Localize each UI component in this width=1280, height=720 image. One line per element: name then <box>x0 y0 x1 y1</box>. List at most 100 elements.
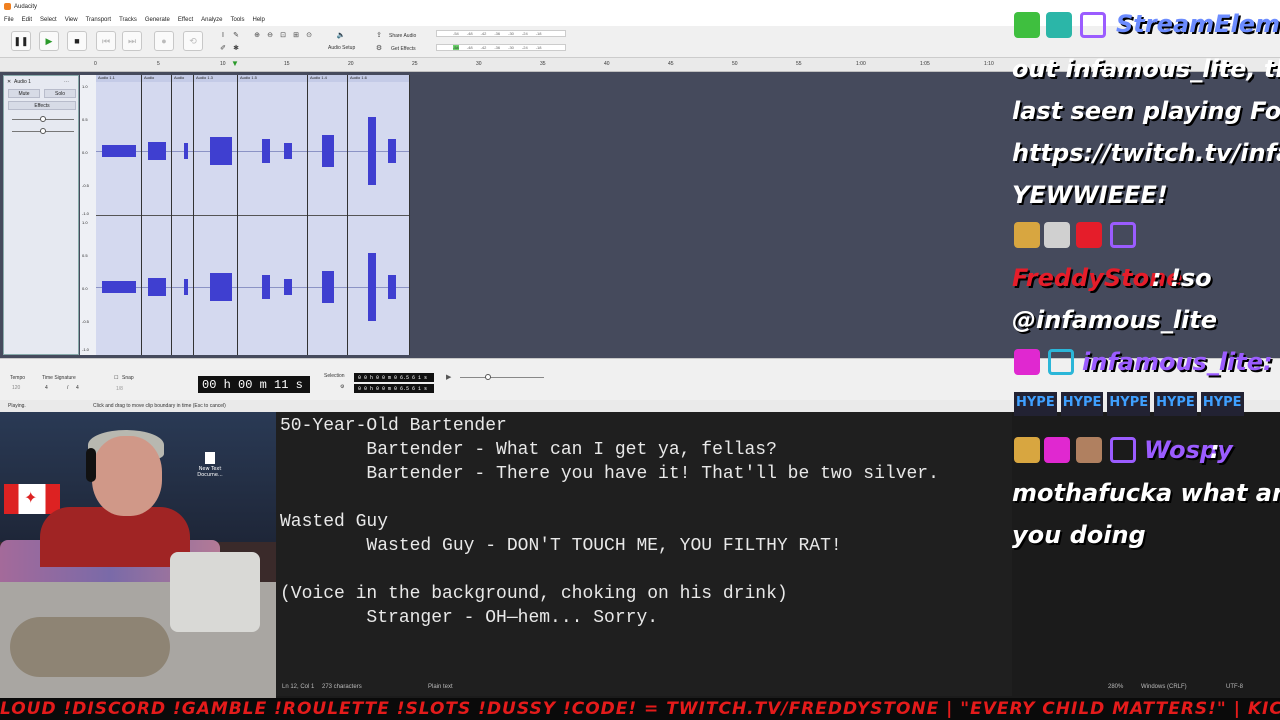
audio-setup-icon[interactable]: 🔈 <box>336 30 346 40</box>
playhead-icon[interactable]: ▼ <box>231 59 239 68</box>
menu-select[interactable]: Select <box>40 17 57 23</box>
ruler-tick: 50 <box>732 61 738 67</box>
meter-tick: -24 <box>521 45 528 50</box>
menu-view[interactable]: View <box>65 17 78 23</box>
record-meter[interactable]: -54 -48 -42 -36 -30 -24 -18 <box>436 30 566 37</box>
menu-help[interactable]: Help <box>252 17 264 23</box>
menu-transport[interactable]: Transport <box>86 17 111 23</box>
ruler-tick: 35 <box>540 61 546 67</box>
play-button[interactable]: ▶ <box>39 31 59 51</box>
menu-generate[interactable]: Generate <box>145 17 170 23</box>
menu-analyze[interactable]: Analyze <box>201 17 222 23</box>
script-line: Stranger - OH—hem... Sorry. <box>280 608 659 628</box>
chat-username[interactable]: infamous_lite: <box>1082 348 1273 376</box>
meter-tick: -48 <box>466 31 473 36</box>
tempo-input[interactable]: 120 <box>12 385 20 391</box>
menu-file[interactable]: File <box>4 17 14 23</box>
close-track-icon[interactable]: ✕ <box>7 79 11 85</box>
chat-message-line: https://twitch.tv/infar <box>1012 139 1280 167</box>
effects-button[interactable]: Effects <box>8 101 76 110</box>
meter-tick: -54 <box>453 31 459 36</box>
time-display[interactable]: 00 h 00 m 11 s <box>198 376 310 393</box>
meter-tick: -42 <box>480 31 487 36</box>
time-signature-denominator[interactable]: 4 <box>76 385 79 391</box>
chat-bot-name: StreamElement <box>1116 10 1280 38</box>
meter-tick: -18 <box>535 45 542 50</box>
selection-tool-icon[interactable]: I <box>218 30 228 40</box>
mute-button[interactable]: Mute <box>8 89 40 98</box>
ticker-banner: LOUD !DISCORD !GAMBLE !ROULETTE !SLOTS !… <box>0 698 1280 720</box>
menu-edit[interactable]: Edit <box>22 17 32 23</box>
ruler-tick: 1:05 <box>920 61 930 67</box>
text-format: Plain text <box>428 684 453 690</box>
play-speed-thumb[interactable] <box>485 374 491 380</box>
draw-tool-icon[interactable]: ✐ <box>218 43 228 53</box>
window-title: Audacity <box>14 4 38 10</box>
selection-end[interactable]: 0 0 h 0 0 m 0 6.5 6 1 s <box>354 384 434 393</box>
skip-end-button[interactable]: ⏭ <box>122 31 142 51</box>
snap-checkbox[interactable]: ☐ <box>114 375 118 381</box>
scale-label: 0.5 <box>82 117 88 122</box>
play-at-speed-icon[interactable]: ▶ <box>446 373 451 381</box>
waveform <box>102 117 396 321</box>
ruler-tick: 1:00 <box>856 61 866 67</box>
badge-icon <box>1044 222 1070 248</box>
script-line: Bartender - What can I get ya, fellas? <box>280 440 777 460</box>
skip-end-icon: ⏭ <box>127 35 137 46</box>
zoom-out-icon[interactable]: ⊖ <box>265 30 275 40</box>
audio-setup-label[interactable]: Audio Setup <box>328 45 355 51</box>
cursor-position: Ln 12, Col 1 <box>282 684 315 690</box>
scale-label: 1.0 <box>82 220 88 225</box>
selection-settings-icon[interactable]: ⚙ <box>340 384 344 390</box>
track-name[interactable]: Audio 1 <box>14 79 31 85</box>
desktop-file-shortcut[interactable]: New Text Docume... <box>190 452 230 498</box>
gem-badge-icon <box>1014 349 1040 375</box>
streamer-head <box>92 436 162 516</box>
waveform-clips[interactable]: Audio 1.1 Audio Audio Audio 1.3 Audio 1.… <box>96 75 410 355</box>
selection-start[interactable]: 0 0 h 0 0 m 0 6.5 6 1 s <box>354 373 434 382</box>
script-line <box>276 486 1012 510</box>
play-speed-slider[interactable] <box>460 377 544 378</box>
multi-tool-icon[interactable]: ✱ <box>231 43 241 53</box>
loop-button[interactable]: ⟲ <box>183 31 203 51</box>
meter-level: -54 <box>453 45 459 50</box>
track-menu-icon[interactable]: ⋯ <box>64 79 69 85</box>
ruler-tick: 15 <box>284 61 290 67</box>
twitch-icon <box>1110 222 1136 248</box>
play-icon: ▶ <box>45 35 53 46</box>
record-button[interactable]: ● <box>154 31 174 51</box>
meter-tick: -48 <box>466 45 473 50</box>
record-icon: ● <box>161 36 167 46</box>
ruler-tick: 45 <box>668 61 674 67</box>
script-line: (Voice in the background, choking on his… <box>280 584 788 604</box>
share-audio-button[interactable]: Share Audio <box>389 33 416 39</box>
menu-tools[interactable]: Tools <box>230 17 244 23</box>
text-document-icon <box>205 452 215 464</box>
skip-start-button[interactable]: ⏮ <box>96 31 116 51</box>
hype-emote: HYPE <box>1154 392 1197 416</box>
zoom-toggle-icon[interactable]: ⊙ <box>304 30 314 40</box>
pan-slider-thumb[interactable] <box>40 128 46 134</box>
get-effects-button[interactable]: Get Effects <box>391 46 416 52</box>
zoom-in-icon[interactable]: ⊕ <box>252 30 262 40</box>
fit-project-icon[interactable]: ⊞ <box>291 30 301 40</box>
robot-badge-icon <box>1046 12 1072 38</box>
playback-meter[interactable]: -54 -48 -42 -36 -30 -24 -18 <box>436 44 566 51</box>
pause-button[interactable]: ❚❚ <box>11 31 31 51</box>
menu-effect[interactable]: Effect <box>178 17 193 23</box>
menu-tracks[interactable]: Tracks <box>119 17 137 23</box>
meter-tick: -30 <box>508 31 514 36</box>
gain-slider-thumb[interactable] <box>40 116 46 122</box>
script-line: Wasted Guy <box>280 512 389 532</box>
status-text: Playing. <box>8 403 26 409</box>
time-signature-numerator[interactable]: 4 <box>45 385 48 391</box>
twitch-icon <box>1080 12 1106 38</box>
get-effects-icon: ⚙ <box>375 45 383 52</box>
notepad-editor[interactable]: 50-Year-Old Bartender Bartender - What c… <box>276 412 1012 696</box>
envelope-tool-icon[interactable]: ✎ <box>231 30 241 40</box>
hype-emote-row: HYPE HYPE HYPE HYPE HYPE <box>1014 392 1244 416</box>
fit-selection-icon[interactable]: ⊡ <box>278 30 288 40</box>
snap-select[interactable]: 1/8 <box>116 386 123 392</box>
stop-button[interactable]: ■ <box>67 31 87 51</box>
solo-button[interactable]: Solo <box>44 89 76 98</box>
